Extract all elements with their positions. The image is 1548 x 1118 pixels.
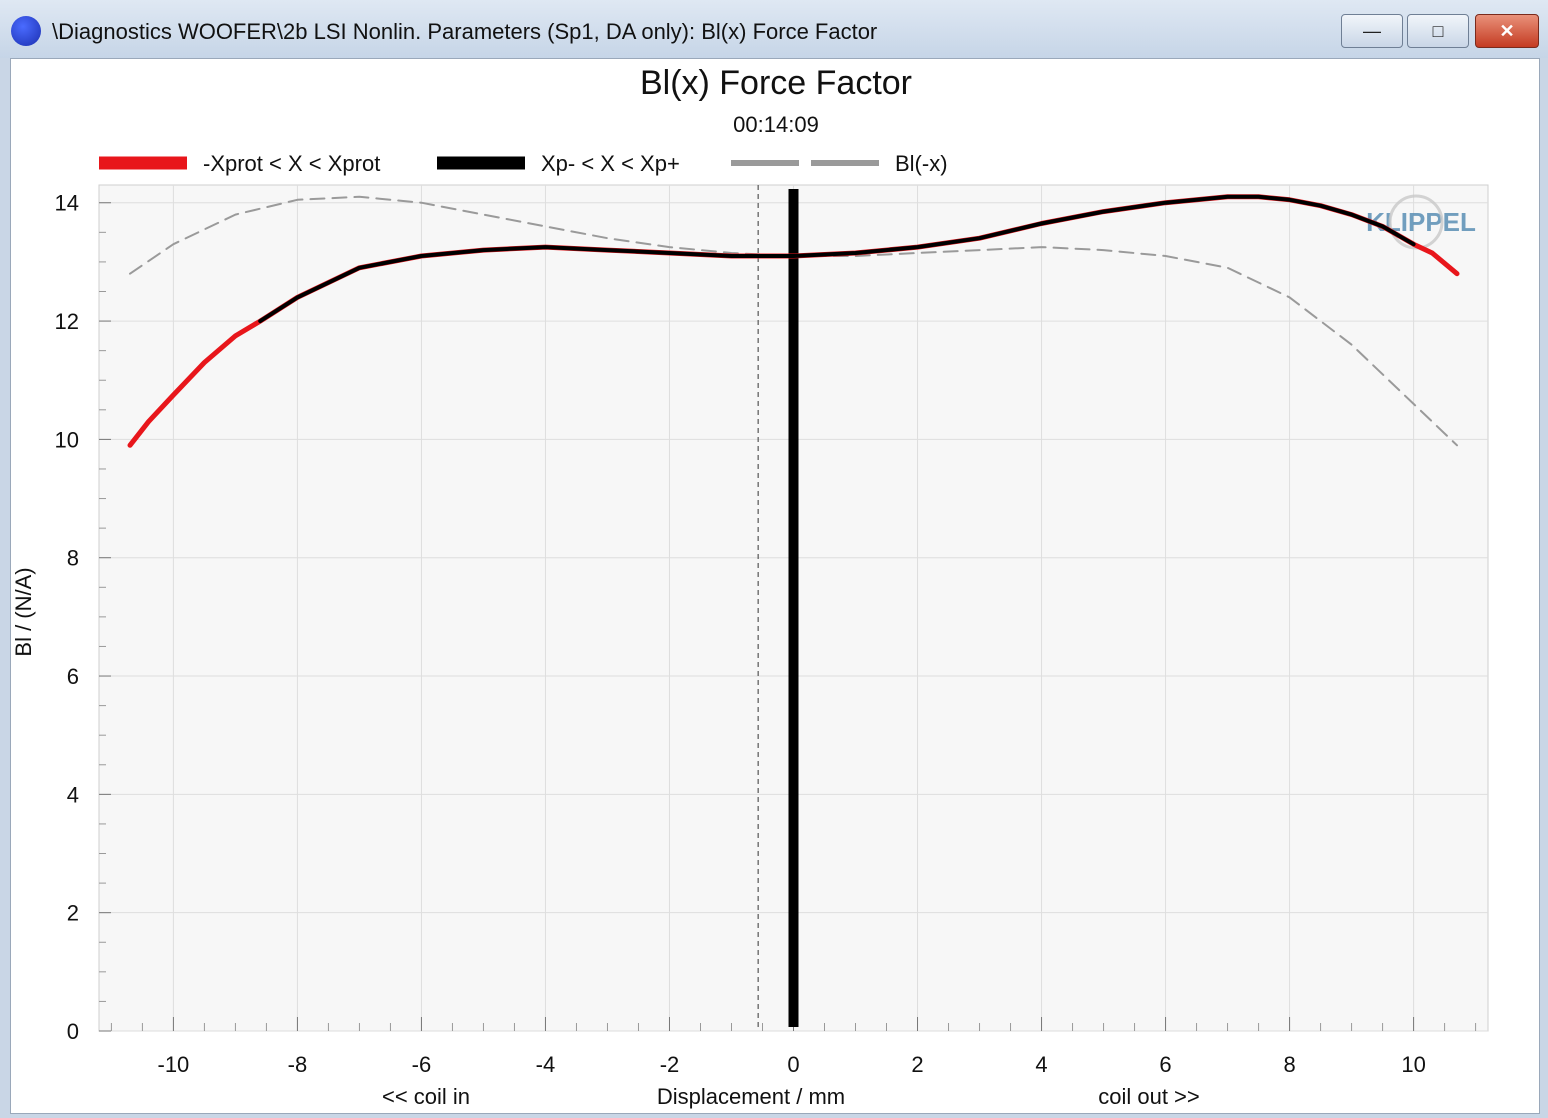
x-tick-label: 6 bbox=[1159, 1052, 1171, 1077]
x-tick-labels: -10 -8 -6 -4 -2 0 2 4 6 8 10 bbox=[158, 1052, 1426, 1077]
y-axis-label: Bl / (N/A) bbox=[11, 567, 36, 656]
x-tick-label: -8 bbox=[288, 1052, 308, 1077]
x-tick-label: 4 bbox=[1035, 1052, 1047, 1077]
y-tick-label: 2 bbox=[67, 901, 79, 926]
legend: -Xprot < X < Xprot Xp- < X < Xp+ Bl(-x) bbox=[99, 151, 948, 176]
y-tick-label: 4 bbox=[67, 782, 79, 807]
x-tick-label: -2 bbox=[660, 1052, 680, 1077]
x-axis-coil-in-label: << coil in bbox=[382, 1084, 470, 1109]
legend-label-xprot: -Xprot < X < Xprot bbox=[203, 151, 380, 176]
x-tick-label: 8 bbox=[1283, 1052, 1295, 1077]
y-tick-label: 14 bbox=[55, 191, 79, 216]
x-tick-label: 2 bbox=[911, 1052, 923, 1077]
app-icon[interactable] bbox=[11, 16, 41, 46]
y-tick-label: 6 bbox=[67, 664, 79, 689]
y-tick-label: 8 bbox=[67, 546, 79, 571]
minimize-button[interactable]: — bbox=[1341, 14, 1403, 48]
legend-label-bl-neg: Bl(-x) bbox=[895, 151, 948, 176]
chart-svg: Bl(x) Force Factor 00:14:09 -Xprot < X <… bbox=[11, 64, 1489, 1109]
klippel-watermark: KLIPPEL bbox=[1366, 207, 1476, 237]
y-tick-label: 10 bbox=[55, 427, 79, 452]
x-tick-label: 10 bbox=[1401, 1052, 1425, 1077]
window-title: \Diagnostics WOOFER\2b LSI Nonlin. Param… bbox=[52, 19, 878, 44]
x-tick-label: -4 bbox=[536, 1052, 556, 1077]
x-axis-label: Displacement / mm bbox=[657, 1084, 845, 1109]
y-tick-label: 12 bbox=[55, 309, 79, 334]
y-tick-labels: 0 2 4 6 8 10 12 14 bbox=[55, 191, 79, 1044]
maximize-button[interactable]: □ bbox=[1407, 14, 1469, 48]
window-titlebar: \Diagnostics WOOFER\2b LSI Nonlin. Param… bbox=[0, 0, 1548, 58]
x-axis-coil-out-label: coil out >> bbox=[1098, 1084, 1200, 1109]
y-tick-label: 0 bbox=[67, 1019, 79, 1044]
legend-label-xp: Xp- < X < Xp+ bbox=[541, 151, 680, 176]
close-button[interactable]: ✕ bbox=[1475, 14, 1539, 48]
x-tick-label: -6 bbox=[412, 1052, 432, 1077]
chart-title: Bl(x) Force Factor bbox=[640, 64, 912, 102]
x-tick-label: -10 bbox=[158, 1052, 190, 1077]
chart-window-client: Bl(x) Force Factor 00:14:09 -Xprot < X <… bbox=[10, 58, 1540, 1114]
x-tick-label: 0 bbox=[787, 1052, 799, 1077]
chart-subtitle: 00:14:09 bbox=[733, 112, 819, 137]
